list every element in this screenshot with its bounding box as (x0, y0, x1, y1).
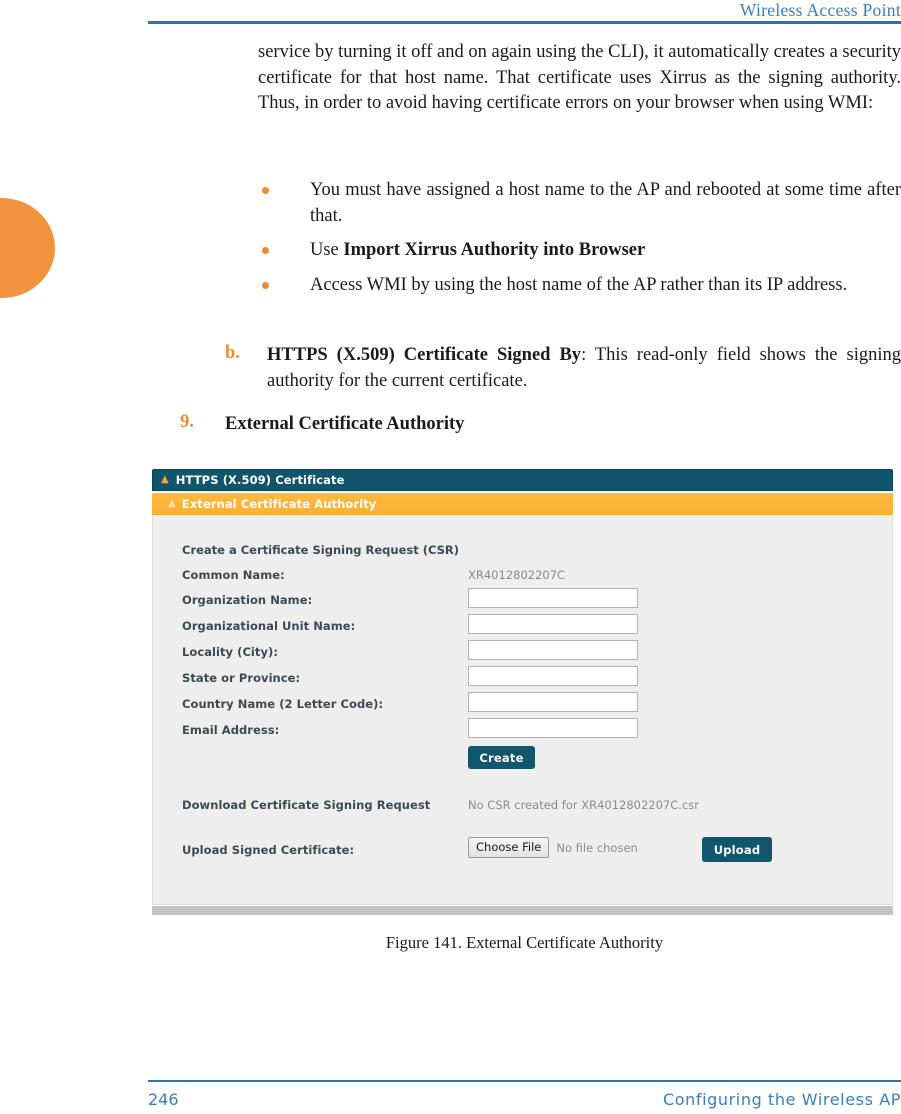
item-b-bold-term: HTTPS (X.509) Certificate Signed By (267, 345, 582, 365)
margin-tab-decoration (0, 198, 55, 298)
label-organizational-unit-name: Organizational Unit Name: (182, 619, 356, 633)
bullet-text: Access WMI by using the host name of the… (310, 274, 848, 295)
subpanel-header-label: External Certificate Authority (181, 497, 377, 511)
list-item: You must have assigned a host name to th… (258, 178, 901, 229)
label-common-name: Common Name: (182, 568, 285, 582)
bullet-text: You must have assigned a host name to th… (310, 180, 901, 226)
csr-section-heading: Create a Certificate Signing Request (CS… (182, 543, 460, 557)
intro-paragraph: service by turning it off and on again u… (258, 42, 901, 113)
label-email-address: Email Address: (182, 723, 280, 737)
organizational-unit-name-input[interactable] (468, 614, 638, 634)
label-organization-name: Organization Name: (182, 593, 313, 607)
email-address-input[interactable] (468, 718, 638, 738)
list-item: Access WMI by using the host name of the… (258, 273, 901, 299)
list-item: Use Import Xirrus Authority into Browser (258, 238, 901, 264)
bullet-dot-icon (262, 247, 269, 254)
create-button[interactable]: Create (468, 746, 535, 769)
choose-file-button[interactable]: Choose File (468, 837, 550, 858)
wmi-screenshot: ▲ HTTPS (X.509) Certificate ▲ External C… (152, 469, 893, 915)
numbered-item-9-label: External Certificate Authority (225, 414, 465, 434)
locality-city-input[interactable] (468, 640, 638, 660)
lettered-item-b: b. HTTPS (X.509) Certificate Signed By: … (225, 343, 901, 394)
country-name-input[interactable] (468, 692, 638, 712)
running-head: Wireless Access Point (739, 0, 901, 20)
footer-page-number: 246 (148, 1090, 179, 1109)
header-rule (148, 21, 901, 24)
panel-header-https-certificate[interactable]: ▲ HTTPS (X.509) Certificate (152, 469, 893, 491)
chevron-up-icon[interactable]: ▲ (168, 499, 176, 509)
body-column: service by turning it off and on again u… (258, 40, 901, 127)
label-country-name: Country Name (2 Letter Code): (182, 697, 384, 711)
bullet-dot-icon (262, 281, 269, 289)
label-download-csr: Download Certificate Signing Request (182, 798, 431, 812)
panel-header-label: HTTPS (X.509) Certificate (175, 473, 345, 487)
label-locality-city: Locality (City): (182, 645, 278, 659)
list-marker: 9. (180, 412, 194, 432)
footer-rule (148, 1080, 901, 1082)
chevron-up-icon[interactable]: ▲ (161, 475, 169, 485)
panel-header-external-certificate-authority[interactable]: ▲ External Certificate Authority (152, 493, 893, 515)
bullet-list: You must have assigned a host name to th… (258, 178, 901, 298)
upload-button[interactable]: Upload (702, 837, 772, 862)
organization-name-input[interactable] (468, 588, 638, 608)
footer-section-title: Configuring the Wireless AP (662, 1090, 901, 1109)
file-picker[interactable]: Choose File No file chosen (468, 837, 638, 858)
label-upload-signed-certificate: Upload Signed Certificate: (182, 843, 355, 857)
no-file-chosen-text: No file chosen (556, 840, 638, 855)
bullet-dot-icon (262, 187, 269, 194)
horizontal-scrollbar[interactable] (152, 906, 893, 915)
numbered-item-9: 9. External Certificate Authority (180, 412, 900, 438)
bullet-text: Use (310, 240, 344, 260)
panel-body: Create a Certificate Signing Request (CS… (152, 515, 893, 905)
bullet-bold-text: Import Xirrus Authority into Browser (343, 240, 646, 260)
lettered-item-b-content: HTTPS (X.509) Certificate Signed By: Thi… (267, 343, 901, 394)
label-state-or-province: State or Province: (182, 671, 301, 685)
value-common-name: XR4012802207C (468, 568, 566, 582)
download-csr-status: No CSR created for XR4012802207C.csr (468, 798, 699, 812)
list-marker: b. (225, 343, 240, 363)
figure-caption: Figure 141. External Certificate Authori… (385, 933, 664, 952)
state-or-province-input[interactable] (468, 666, 638, 686)
